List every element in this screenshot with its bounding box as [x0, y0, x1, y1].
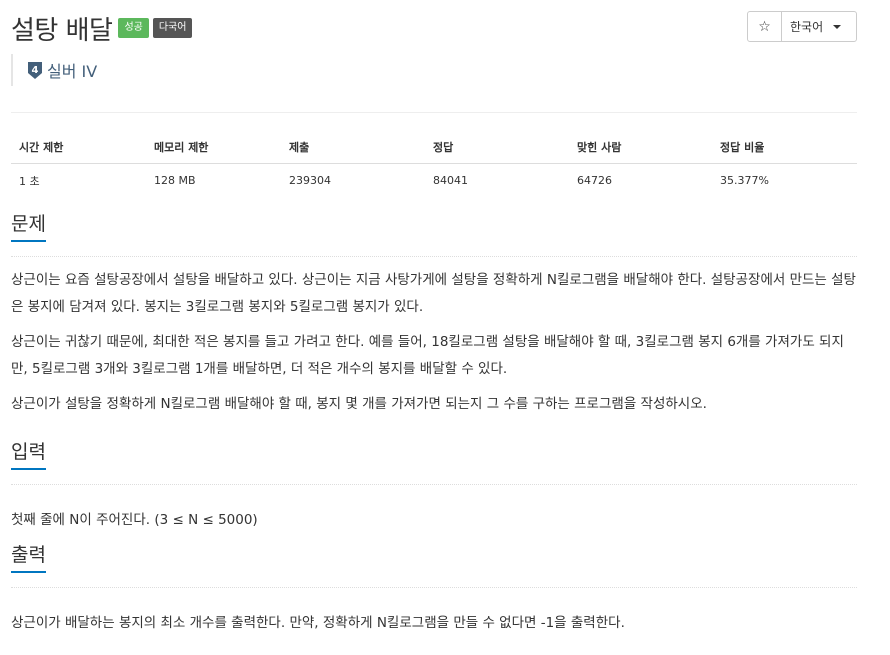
section-header: 입력	[11, 441, 857, 485]
status-badge-multilingual: 다국어	[152, 18, 193, 38]
divider	[11, 112, 857, 113]
section-header: 출력	[11, 544, 857, 588]
output-paragraph: 상근이가 배달하는 봉지의 최소 개수를 출력한다. 만약, 정확하게 N킬로그…	[11, 615, 625, 631]
tier-label[interactable]: 실버 IV	[47, 58, 97, 82]
header-controls: ☆ 한국어	[747, 11, 857, 42]
value-submissions[interactable]: 239304	[281, 164, 425, 198]
table-header-row: 시간 제한 메모리 제한 제출 정답 맞힌 사람 정답 비율	[11, 130, 857, 164]
section-output: 출력 상근이가 배달하는 봉지의 최소 개수를 출력한다. 만약, 정확하게 N…	[11, 544, 857, 637]
problem-info-table: 시간 제한 메모리 제한 제출 정답 맞힌 사람 정답 비율 1 초 128 M…	[11, 130, 857, 197]
value-memory-limit: 128 MB	[154, 174, 196, 187]
status-badge-success: 성공	[118, 18, 149, 38]
page-title: 설탕 배달	[11, 15, 113, 46]
value-solved-users[interactable]: 64726	[569, 164, 712, 198]
input-paragraph: 첫째 줄에 N이 주어진다. (3 ≤ N ≤ 5000)	[11, 512, 258, 528]
tier-number: 4	[32, 65, 39, 76]
chevron-down-icon	[833, 24, 842, 29]
favorite-star-button[interactable]: ☆	[748, 12, 782, 41]
language-label: 한국어	[790, 20, 824, 34]
language-dropdown[interactable]: 한국어	[782, 12, 856, 41]
section-input: 입력 첫째 줄에 N이 주어진다. (3 ≤ N ≤ 5000)	[11, 441, 857, 534]
value-accepted[interactable]: 84041	[425, 164, 569, 198]
tier-shield-icon: 4	[28, 61, 42, 79]
problem-paragraph-2: 상근이는 귀찮기 때문에, 최대한 적은 봉지를 들고 가려고 한다. 예를 들…	[11, 334, 844, 377]
star-icon: ☆	[758, 18, 771, 35]
section-title-output: 출력	[11, 540, 46, 574]
problem-paragraph-1: 상근이는 요즘 설탕공장에서 설탕을 배달하고 있다. 상근이는 지금 사탕가게…	[11, 272, 856, 315]
header-memory-limit: 메모리 제한	[146, 130, 281, 164]
problem-paragraph-3: 상근이가 설탕을 정확하게 N킬로그램 배달해야 할 때, 봉지 몇 개를 가져…	[11, 396, 707, 412]
section-title-problem: 문제	[11, 209, 46, 243]
title-row: 설탕 배달 성공 다국어	[11, 10, 193, 46]
header-submissions: 제출	[281, 130, 425, 164]
table-row: 1 초 128 MB 239304 84041 64726 35.377%	[11, 164, 857, 198]
header-accepted: 정답	[425, 130, 569, 164]
header-accept-ratio: 정답 비율	[712, 130, 857, 164]
header-time-limit: 시간 제한	[11, 130, 146, 164]
header-solved-users: 맞힌 사람	[569, 130, 712, 164]
section-header: 문제	[11, 213, 857, 257]
section-problem: 문제 상근이는 요즘 설탕공장에서 설탕을 배달하고 있다. 상근이는 지금 사…	[11, 213, 857, 418]
section-title-input: 입력	[11, 437, 46, 471]
value-time-limit: 1 초	[19, 174, 40, 188]
tier-block: 4 실버 IV	[11, 54, 97, 86]
value-accept-ratio: 35.377%	[720, 174, 769, 187]
